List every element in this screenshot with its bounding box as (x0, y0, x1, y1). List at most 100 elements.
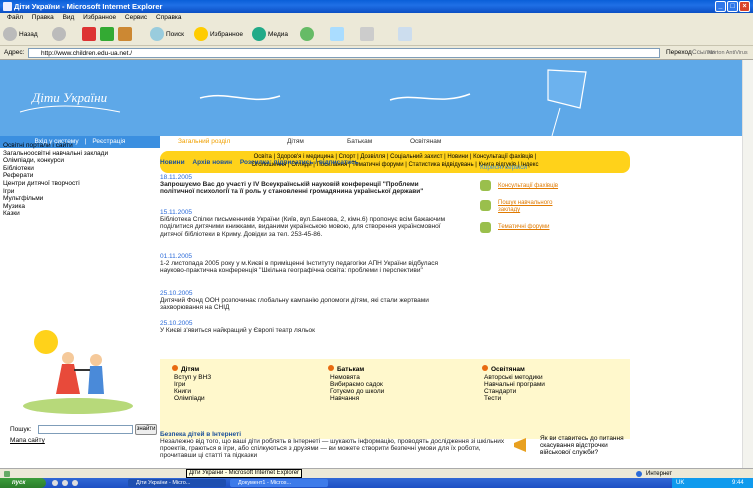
service-school-search[interactable]: Пошук навчального закладу (498, 200, 568, 214)
back-button[interactable]: Назад (3, 26, 38, 43)
column-link[interactable]: Навчання (330, 395, 384, 402)
column-children-title[interactable]: Дітям (172, 365, 199, 373)
news-date[interactable]: 15.11.2005 (160, 209, 450, 216)
taskbar-item-browser[interactable]: Діти України - Micro... (128, 479, 226, 487)
quicklaunch-icon[interactable] (72, 480, 78, 486)
address-input[interactable]: http://www.children.edu-ua.net./ (28, 48, 660, 58)
news-link[interactable]: Новини (160, 159, 185, 166)
column-parents-title[interactable]: Батькам (328, 365, 364, 373)
left-link[interactable]: Бібліотеки (3, 165, 153, 173)
column-link[interactable]: Навчальні програми (484, 381, 545, 388)
home-button[interactable] (118, 26, 134, 43)
search-submit-button[interactable]: знайти (135, 424, 157, 435)
refresh-button[interactable] (100, 26, 116, 43)
news-text: 1-2 листопада 2005 року у м.Києві в прим… (160, 260, 438, 275)
back-arrow-icon (3, 27, 17, 42)
left-link[interactable]: Центри дитячої творчості (3, 180, 153, 188)
site-logo[interactable]: Діти України (32, 90, 107, 106)
column-link[interactable]: Вступ у ВНЗ (174, 374, 211, 381)
menu-help[interactable]: Справка (156, 14, 182, 21)
safety-text: Незалежно від того, що ваші діти роблять… (160, 438, 505, 459)
maximize-button[interactable]: □ (727, 1, 738, 12)
site-header: Діти України (0, 60, 742, 136)
menu-favorites[interactable]: Избранное (83, 14, 116, 21)
column-teachers-title[interactable]: Освітянам (482, 365, 525, 373)
messenger-button[interactable] (398, 26, 414, 43)
start-button[interactable]: пуск (0, 478, 46, 488)
mail-button[interactable] (330, 26, 346, 43)
taskbar-item-document[interactable]: Документ1 - Micros... (230, 479, 328, 487)
poll-question[interactable]: Як ви ставитесь до питання скасування ві… (540, 435, 630, 456)
left-link[interactable]: Казки (3, 210, 153, 218)
column-link[interactable]: Готуємо до школи (330, 388, 384, 395)
menu-file[interactable]: Файл (7, 14, 23, 21)
column-link[interactable]: Стандарти (484, 388, 545, 395)
menu-tools[interactable]: Сервис (125, 14, 147, 21)
search-icon (150, 27, 164, 42)
nav-general[interactable]: Загальний розділ (178, 136, 230, 148)
school-search-icon (480, 200, 491, 211)
sitemap-link[interactable]: Мапа сайту (10, 437, 45, 444)
window-title: Діти України - Microsoft Internet Explor… (14, 2, 163, 11)
nav-parents[interactable]: Батькам (347, 136, 372, 148)
news-text: Дитячий Фонд ООН розпочинає глобальну ка… (160, 297, 429, 312)
stop-icon (82, 27, 96, 42)
page-content: Діти України Вхід у систему | Реєстрація З… (0, 60, 742, 468)
home-icon (118, 27, 132, 42)
search-button[interactable]: Поиск (150, 26, 184, 43)
column-link[interactable]: Олімпіади (174, 395, 211, 402)
column-parents-links: Немовята Вибираємо садок Готуємо до школ… (330, 374, 384, 402)
media-button[interactable]: Медиа (252, 26, 288, 43)
quicklaunch-icon[interactable] (52, 480, 58, 486)
nav-children[interactable]: Дітям (287, 136, 304, 148)
menu-edit[interactable]: Правка (32, 14, 54, 21)
minimize-button[interactable]: _ (715, 1, 726, 12)
service-consultations[interactable]: Консультації фахівців (498, 183, 558, 190)
column-link[interactable]: Вибираємо садок (330, 381, 384, 388)
forward-button[interactable] (52, 26, 68, 43)
left-link[interactable]: Реферати (3, 172, 153, 180)
quicklaunch-icon[interactable] (62, 480, 68, 486)
history-button[interactable] (300, 26, 316, 43)
bullet-icon (172, 365, 178, 371)
column-link[interactable]: Тести (484, 395, 545, 402)
favorites-button[interactable]: Избранное (194, 26, 243, 43)
page-footer: Пошук: знайти Мапа сайту Безпека дітей в… (0, 423, 742, 468)
nav-teachers[interactable]: Освітянам (410, 136, 441, 148)
column-link[interactable]: Книги (174, 388, 211, 395)
news-text: Запрошуємо Вас до участі у IV Всеукраїнс… (160, 181, 424, 196)
left-link[interactable]: Олімпіади, конкурси (3, 157, 153, 165)
vertical-scrollbar[interactable] (742, 60, 753, 468)
column-link[interactable]: Авторські методики (484, 374, 545, 381)
service-forums[interactable]: Тематичні форуми (498, 224, 550, 231)
news-text: Бібліотека Спілки письменників України (… (160, 216, 446, 238)
stop-button[interactable] (82, 26, 98, 43)
search-input[interactable] (38, 425, 133, 434)
consult-icon (480, 180, 491, 191)
left-link[interactable]: Музика (3, 203, 153, 211)
history-icon (300, 27, 314, 42)
norton-label[interactable]: Norton AntiVirus (708, 46, 748, 60)
print-button[interactable] (360, 26, 376, 43)
megaphone-icon (514, 438, 526, 452)
left-link[interactable]: Освітні портали і сайти (3, 142, 153, 150)
go-button[interactable]: Переход (666, 46, 692, 60)
left-link[interactable]: Мультфільми (3, 195, 153, 203)
column-link[interactable]: Немовята (330, 374, 384, 381)
language-indicator[interactable]: UK (676, 480, 684, 486)
menu-view[interactable]: Вид (63, 14, 75, 21)
page-icon (4, 471, 10, 477)
left-links: Освітні портали і сайти Загальноосвітні … (3, 142, 153, 218)
news-item: 18.11.2005 Запрошуємо Вас до участі у IV… (160, 174, 450, 196)
news-date[interactable]: 25.10.2005 (160, 290, 450, 297)
internet-safety-block: Безпека дітей в Інтернеті Незалежно від … (160, 431, 510, 459)
mailing-link[interactable]: Розсилка: підписатись / відписатись (240, 159, 359, 166)
news-date[interactable]: 01.11.2005 (160, 253, 450, 260)
news-date[interactable]: 25.10.2005 (160, 320, 450, 327)
column-link[interactable]: Ігри (174, 381, 211, 388)
close-button[interactable]: × (739, 1, 750, 12)
safety-title[interactable]: Безпека дітей в Інтернеті (160, 431, 241, 438)
news-date[interactable]: 18.11.2005 (160, 174, 450, 181)
archive-link[interactable]: Архів новин (192, 159, 232, 166)
media-icon (252, 27, 266, 42)
